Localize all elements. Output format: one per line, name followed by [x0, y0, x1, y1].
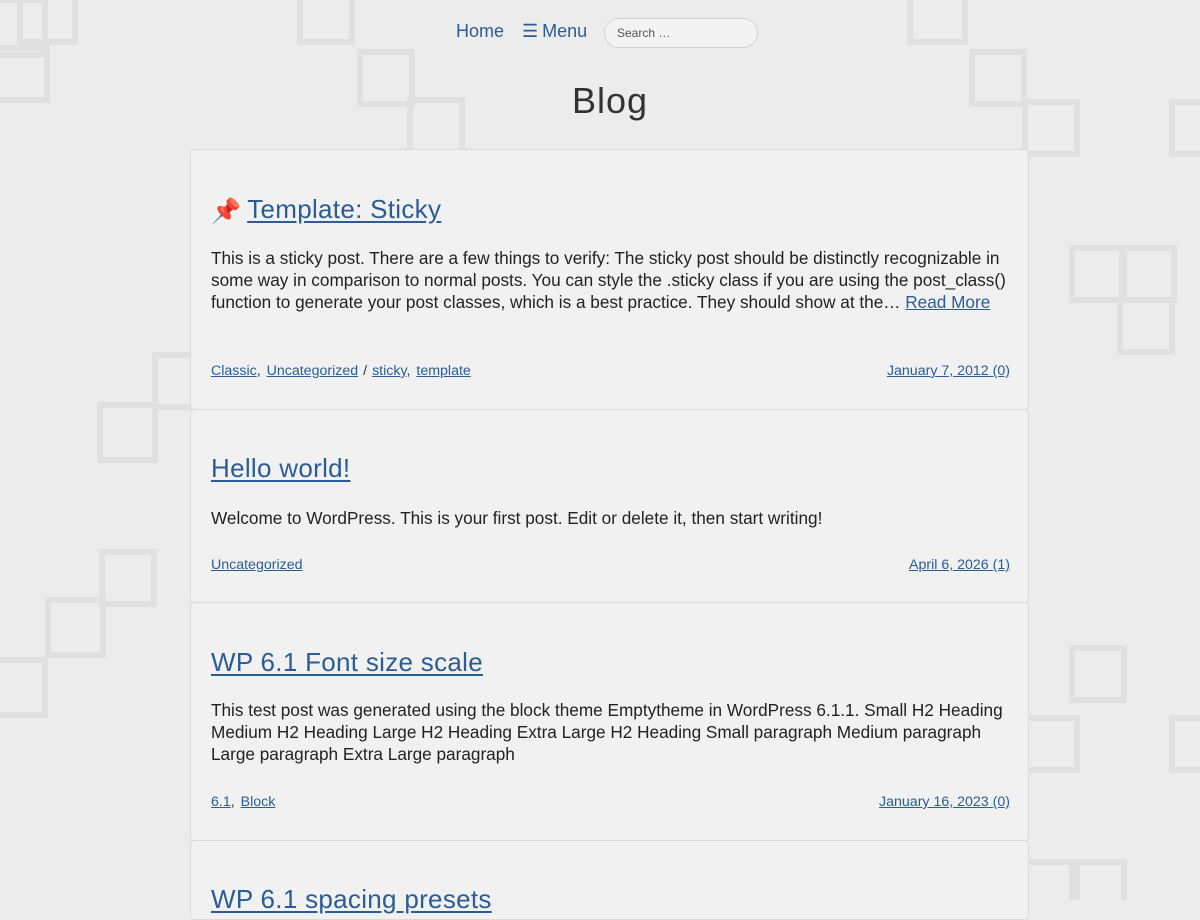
post-date: April 6, 2026 [909, 557, 989, 573]
post-title: Hello world! [211, 452, 350, 484]
search-input[interactable] [604, 18, 758, 48]
page-title: Blog [0, 80, 1200, 122]
post-title-link[interactable]: WP 6.1 Font size scale [211, 647, 483, 677]
post-card: Hello world! Welcome to WordPress. This … [190, 409, 1029, 603]
post-title: WP 6.1 Font size scale [211, 646, 483, 678]
nav-menu-label: Menu [542, 21, 587, 41]
post-excerpt: This is a sticky post. There are a few t… [211, 247, 1011, 313]
post-meta: 6.1, Block January 16, 2023 (0) [211, 794, 1010, 814]
post-title-link[interactable]: Template: Sticky [247, 194, 441, 224]
read-more-link[interactable]: Read More [905, 292, 990, 312]
post-title-link[interactable]: WP 6.1 spacing presets [211, 884, 492, 914]
post-meta: Classic, Uncategorized/sticky, template … [211, 363, 1010, 383]
post-date-link[interactable]: January 16, 2023 (0) [879, 794, 1010, 810]
post-title: 📌Template: Sticky [211, 193, 441, 228]
tag-link[interactable]: sticky [372, 363, 406, 379]
category-link[interactable]: 6.1 [211, 794, 231, 810]
top-navigation: Home ☰Menu [0, 18, 1200, 50]
post-excerpt: Welcome to WordPress. This is your first… [211, 507, 1011, 529]
category-link[interactable]: Block [241, 794, 276, 810]
category-link[interactable]: Classic [211, 363, 257, 379]
post-excerpt: This test post was generated using the b… [211, 699, 1011, 765]
category-link[interactable]: Uncategorized [267, 363, 359, 379]
comment-count: (1) [993, 557, 1010, 573]
post-taxonomy: Uncategorized [211, 557, 303, 573]
taxonomy-separator: / [363, 363, 367, 379]
nav-home-link[interactable]: Home [456, 21, 504, 42]
post-list: 📌Template: Sticky This is a sticky post.… [190, 149, 1029, 919]
post-date: January 16, 2023 [879, 794, 989, 810]
category-link[interactable]: Uncategorized [211, 557, 303, 573]
nav-menu-button[interactable]: ☰Menu [522, 21, 587, 42]
tag-link[interactable]: template [416, 363, 470, 379]
post-taxonomy: 6.1, Block [211, 794, 275, 810]
post-meta: Uncategorized April 6, 2026 (1) [211, 557, 1010, 577]
pushpin-icon: 📌 [211, 196, 241, 228]
post-card: WP 6.1 spacing presets [190, 840, 1029, 920]
post-taxonomy: Classic, Uncategorized/sticky, template [211, 363, 471, 379]
post-card-sticky: 📌Template: Sticky This is a sticky post.… [190, 149, 1029, 410]
post-date: January 7, 2012 [887, 363, 989, 379]
post-date-link[interactable]: January 7, 2012 (0) [887, 363, 1010, 379]
comment-count: (0) [993, 794, 1010, 810]
post-card: WP 6.1 Font size scale This test post wa… [190, 602, 1029, 841]
post-title: WP 6.1 spacing presets [211, 883, 492, 915]
comment-count: (0) [993, 363, 1010, 379]
post-excerpt-text: This is a sticky post. There are a few t… [211, 248, 1006, 312]
post-date-link[interactable]: April 6, 2026 (1) [909, 557, 1010, 573]
hamburger-icon: ☰ [522, 21, 538, 41]
post-title-link[interactable]: Hello world! [211, 453, 350, 483]
